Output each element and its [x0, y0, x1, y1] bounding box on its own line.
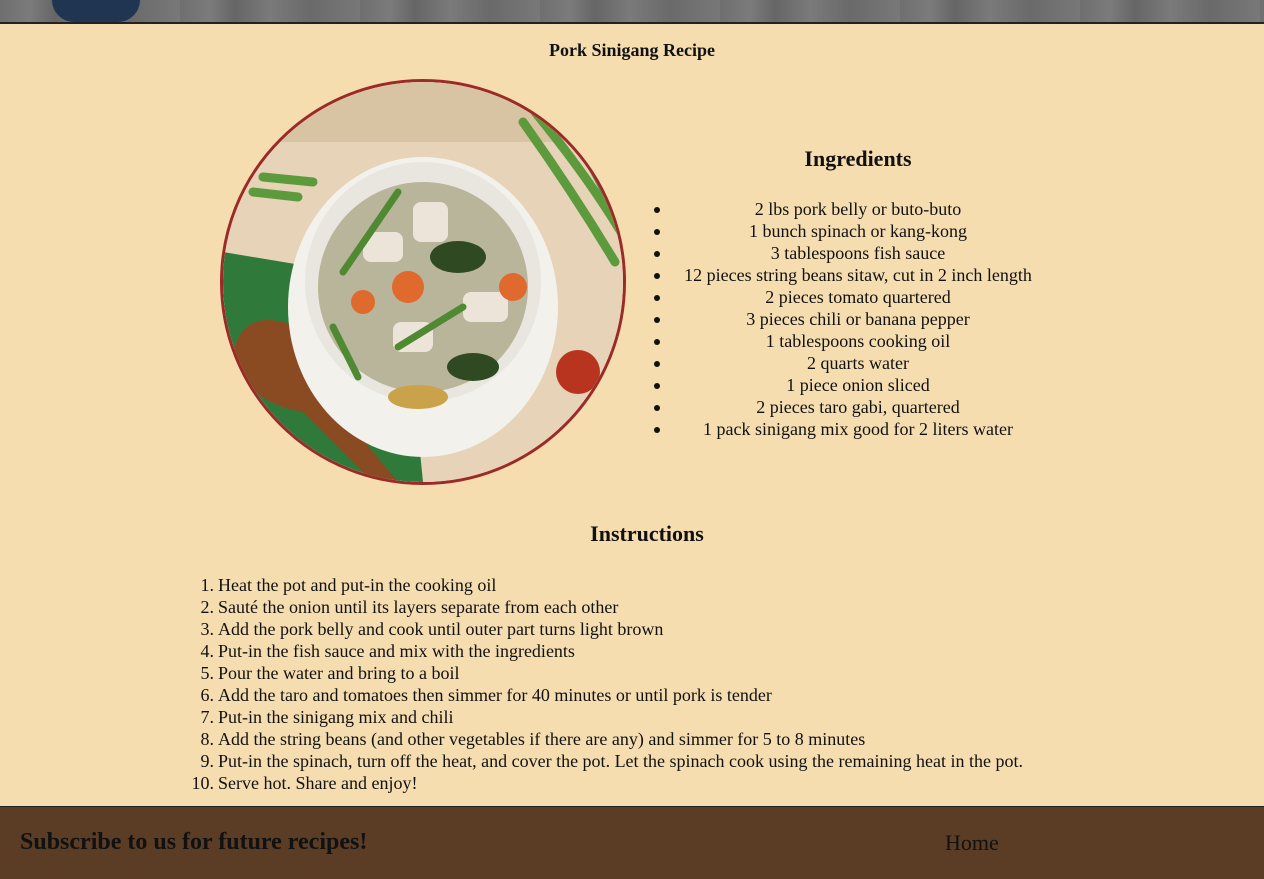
ingredient-item: 2 pieces tomato quartered [650, 286, 1066, 308]
ingredient-item: 2 quarts water [650, 352, 1066, 374]
banner-mug [52, 0, 140, 22]
step-number: 4. [200, 641, 215, 661]
instruction-step: 1. Heat the pot and put-in the cooking oi… [201, 574, 1023, 596]
step-text: Put-in the spinach, turn off the heat, a… [218, 751, 1023, 771]
step-text: Serve hot. Share and enjoy! [218, 773, 418, 793]
subscribe-text: Subscribe to us for future recipes! [20, 829, 368, 855]
step-text: Put-in the fish sauce and mix with the i… [218, 641, 575, 661]
instruction-step: 4. Put-in the fish sauce and mix with the… [201, 640, 1023, 662]
step-number: 8. [200, 729, 215, 749]
step-number: 10. [191, 773, 215, 793]
sinigang-bowl-illustration [223, 82, 623, 482]
ingredient-item: 2 pieces taro gabi, quartered [650, 396, 1066, 418]
ingredient-item: 1 piece onion sliced [650, 374, 1066, 396]
step-number: 7. [200, 707, 215, 727]
ingredient-item: 3 pieces chili or banana pepper [650, 308, 1066, 330]
ingredient-item: 1 tablespoons cooking oil [650, 330, 1066, 352]
instruction-step: 6. Add the taro and tomatoes then simmer … [201, 684, 1023, 706]
step-number: 1. [200, 575, 215, 595]
instructions-heading: Instructions [590, 521, 704, 546]
step-text: Add the pork belly and cook until outer … [218, 619, 664, 639]
instruction-step: 10. Serve hot. Share and enjoy! [192, 772, 1023, 794]
recipe-photo [220, 79, 626, 485]
home-link[interactable]: Home [945, 830, 999, 856]
site-footer: Subscribe to us for future recipes! Home [0, 806, 1264, 879]
ingredient-item: 3 tablespoons fish sauce [650, 242, 1066, 264]
step-number: 3. [200, 619, 215, 639]
instruction-step: 5. Pour the water and bring to a boil [201, 662, 1023, 684]
header-banner-image [0, 0, 1264, 24]
instruction-step: 7. Put-in the sinigang mix and chili [201, 706, 1023, 728]
ingredient-item: 1 pack sinigang mix good for 2 liters wa… [650, 418, 1066, 440]
step-text: Pour the water and bring to a boil [218, 663, 460, 683]
step-text: Put-in the sinigang mix and chili [218, 707, 454, 727]
step-number: 6. [200, 685, 215, 705]
page-title: Pork Sinigang Recipe [548, 40, 715, 60]
instructions-list: 1. Heat the pot and put-in the cooking oi… [192, 574, 1023, 794]
ingredients-list: 2 lbs pork belly or buto-buto 1 bunch sp… [650, 198, 1066, 440]
step-text: Sauté the onion until its layers separat… [218, 597, 619, 617]
step-text: Heat the pot and put-in the cooking oil [218, 575, 497, 595]
step-number: 5. [200, 663, 215, 683]
ingredients-heading: Ingredients [804, 146, 912, 171]
step-text: Add the taro and tomatoes then simmer fo… [218, 685, 772, 705]
instruction-step: 8. Add the string beans (and other vegeta… [201, 728, 1023, 750]
step-number: 9. [200, 751, 215, 771]
ingredient-item: 1 bunch spinach or kang-kong [650, 220, 1066, 242]
ingredient-item: 12 pieces string beans sitaw, cut in 2 i… [650, 264, 1066, 286]
instruction-step: 2. Sauté the onion until its layers separ… [201, 596, 1023, 618]
step-text: Add the string beans (and other vegetabl… [218, 729, 866, 749]
instruction-step: 3. Add the pork belly and cook until oute… [201, 618, 1023, 640]
instruction-step: 9. Put-in the spinach, turn off the heat,… [201, 750, 1023, 772]
ingredient-item: 2 lbs pork belly or buto-buto [650, 198, 1066, 220]
step-number: 2. [200, 597, 215, 617]
